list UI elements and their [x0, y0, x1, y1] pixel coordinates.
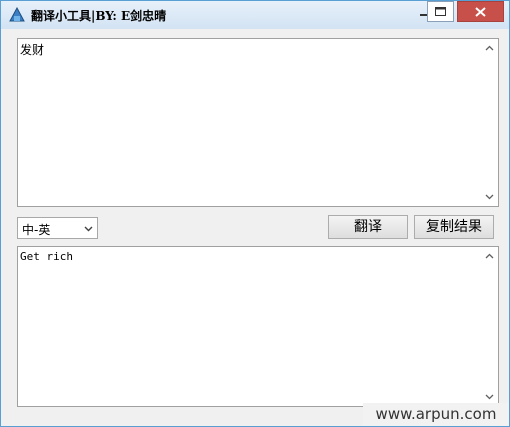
- scroll-down-icon: [485, 394, 494, 400]
- app-icon: [9, 6, 25, 23]
- app-window: 翻译小工具|BY: E剑忠晴 发财 中-英 翻译 复制结果 Get rich w…: [0, 0, 510, 427]
- window-title: 翻译小工具|BY: E剑忠晴: [31, 9, 167, 23]
- language-select[interactable]: 中-英: [17, 217, 98, 239]
- maximize-icon: [435, 7, 446, 16]
- result-text: Get rich: [20, 250, 73, 263]
- title-bar[interactable]: 翻译小工具|BY: E剑忠晴: [1, 1, 509, 29]
- maximize-button[interactable]: [427, 1, 454, 22]
- scroll-up-icon: [485, 253, 494, 259]
- chevron-down-icon: [84, 226, 93, 232]
- close-icon: [475, 6, 486, 17]
- scroll-up-icon: [485, 45, 494, 51]
- source-text: 发财: [20, 43, 45, 57]
- translate-button[interactable]: 翻译: [328, 215, 408, 239]
- watermark: www.arpun.com: [363, 403, 509, 426]
- source-scrollbar[interactable]: [481, 39, 498, 206]
- result-text-output[interactable]: Get rich: [17, 246, 499, 407]
- language-select-value: 中-英: [22, 223, 51, 237]
- copy-result-button[interactable]: 复制结果: [414, 215, 494, 239]
- source-text-input[interactable]: 发财: [17, 38, 499, 207]
- result-scrollbar[interactable]: [481, 247, 498, 406]
- close-button[interactable]: [457, 1, 504, 22]
- scroll-down-icon: [485, 194, 494, 200]
